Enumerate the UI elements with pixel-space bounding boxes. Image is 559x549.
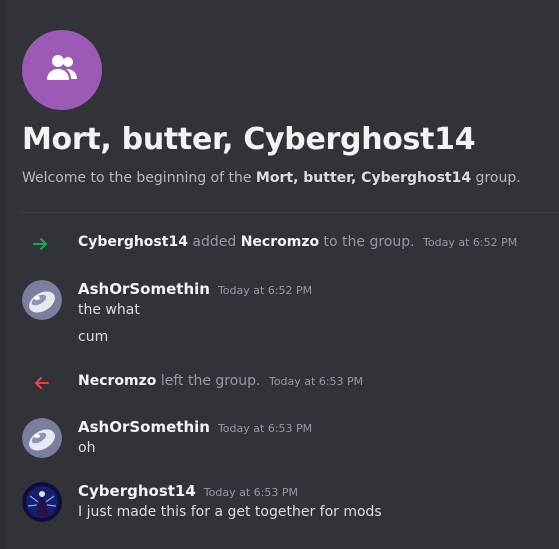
welcome-prefix: Welcome to the beginning of the [22,170,256,186]
message-header: AshOrSomethin Today at 6:52 PM [78,280,312,298]
group-avatar [22,30,102,110]
message-content: oh [78,440,96,456]
system-verb: added [187,234,241,250]
message-content: cum [78,329,109,345]
group-title: Mort, butter, Cyberghost14 [22,122,476,157]
author-name[interactable]: Cyberghost14 [78,482,196,500]
arrow-right-icon [33,236,49,252]
timestamp[interactable]: Today at 6:53 PM [218,422,312,435]
chat-view: Mort, butter, Cyberghost14 Welcome to th… [0,0,559,549]
message: Cyberghost14 Today at 6:53 PM I just made… [0,482,559,526]
username-link[interactable]: Necromzo [241,234,319,250]
message-header: Cyberghost14 Today at 6:53 PM [78,482,298,500]
arrow-left-icon [33,375,49,391]
system-tail: left the group. [156,373,261,389]
message: AshOrSomethin Today at 6:53 PM oh [0,418,559,462]
system-tail: to the group. [319,234,415,250]
timestamp[interactable]: Today at 6:53 PM [204,486,298,499]
message-content: I just made this for a get together for … [78,504,382,520]
system-text: Cyberghost14 added Necromzo to the group… [78,234,517,250]
timestamp[interactable]: Today at 6:53 PM [269,375,363,388]
message-header: AshOrSomethin Today at 6:53 PM [78,418,312,436]
system-message-leave: Necromzo left the group. Today at 6:53 P… [0,371,559,395]
welcome-suffix: group. [471,170,521,186]
divider [22,212,559,213]
sidebar-edge [0,0,6,549]
timestamp[interactable]: Today at 6:52 PM [218,284,312,297]
message-content: the what [78,302,140,318]
avatar[interactable] [22,482,62,522]
welcome-text: Welcome to the beginning of the Mort, bu… [22,170,521,186]
timestamp[interactable]: Today at 6:52 PM [423,236,517,249]
avatar[interactable] [22,418,62,458]
welcome-group-name: Mort, butter, Cyberghost14 [255,170,472,186]
system-message-join: Cyberghost14 added Necromzo to the group… [0,232,559,256]
username-link[interactable]: Necromzo [78,373,156,389]
group-users-icon [45,53,79,87]
system-text: Necromzo left the group. Today at 6:53 P… [78,373,363,389]
author-name[interactable]: AshOrSomethin [78,418,210,436]
author-name[interactable]: AshOrSomethin [78,280,210,298]
message: AshOrSomethin Today at 6:52 PM the what c… [0,280,559,350]
username-link[interactable]: Cyberghost14 [78,234,188,250]
avatar[interactable] [22,280,62,320]
